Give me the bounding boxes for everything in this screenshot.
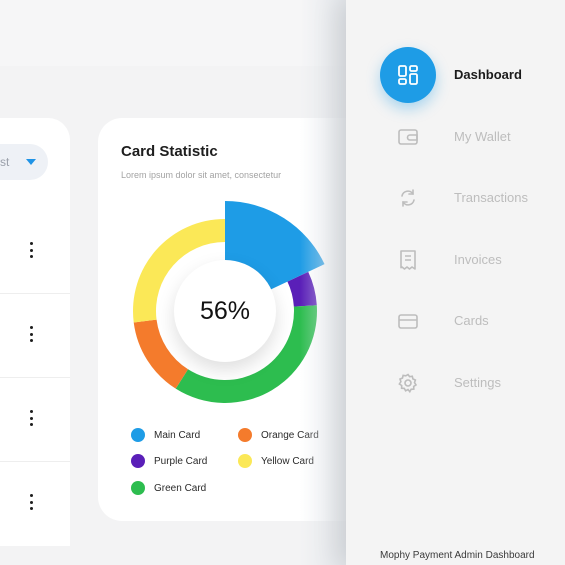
sidebar-shadow xyxy=(300,0,346,565)
sidebar-item-label: Transactions xyxy=(454,190,528,205)
sidebar-item-invoices[interactable]: Invoices xyxy=(346,232,565,288)
transactions-list-card: st xyxy=(0,118,70,546)
top-header-bar xyxy=(0,0,346,66)
sidebar-item-label: Dashboard xyxy=(454,67,522,82)
sidebar-item-label: Settings xyxy=(454,375,501,390)
dashboard-icon xyxy=(380,47,436,103)
sidebar-item-label: My Wallet xyxy=(454,129,511,144)
chevron-down-icon xyxy=(26,159,36,165)
legend-swatch xyxy=(238,428,252,442)
transactions-icon xyxy=(380,170,436,226)
sidebar-item-transactions[interactable]: Transactions xyxy=(346,170,565,226)
row-menu-icon[interactable] xyxy=(29,326,33,342)
filter-dropdown[interactable]: st xyxy=(0,144,48,180)
filter-dropdown-value: st xyxy=(0,155,10,169)
row-menu-icon[interactable] xyxy=(29,410,33,426)
sidebar-item-settings[interactable]: Settings xyxy=(346,355,565,411)
legend-label: Purple Card xyxy=(154,455,208,467)
legend-swatch xyxy=(131,428,145,442)
legend-swatch xyxy=(131,454,145,468)
row-divider xyxy=(0,377,70,378)
sidebar-item-cards[interactable]: Cards xyxy=(346,293,565,349)
gear-icon xyxy=(380,355,436,411)
row-divider xyxy=(0,461,70,462)
sidebar-item-dashboard[interactable]: Dashboard xyxy=(346,47,565,103)
legend-item-main-card: Main Card xyxy=(131,428,200,442)
sidebar-item-label: Invoices xyxy=(454,252,502,267)
legend-label: Main Card xyxy=(154,429,201,441)
invoice-icon xyxy=(380,232,436,288)
donut-center-value: 56% xyxy=(199,296,251,325)
row-menu-icon[interactable] xyxy=(29,242,33,258)
legend-swatch xyxy=(238,454,252,468)
card-icon xyxy=(380,293,436,349)
legend-item-purple-card: Purple Card xyxy=(131,454,207,468)
legend-item-green-card: Green Card xyxy=(131,481,206,495)
sidebar-footer-text: Mophy Payment Admin Dashboard xyxy=(380,550,535,561)
legend-swatch xyxy=(131,481,145,495)
sidebar-item-my-wallet[interactable]: My Wallet xyxy=(346,109,565,165)
legend-label: Green Card xyxy=(154,482,207,494)
wallet-icon xyxy=(380,109,436,165)
sidebar-nav: Dashboard My Wallet Transactions Invoice… xyxy=(346,0,565,565)
sidebar-item-label: Cards xyxy=(454,313,489,328)
row-divider xyxy=(0,293,70,294)
row-menu-icon[interactable] xyxy=(29,494,33,510)
